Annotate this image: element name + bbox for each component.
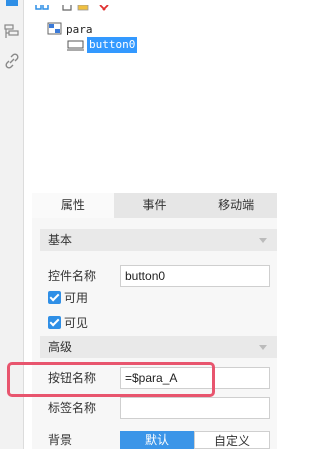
expand-icon[interactable] [35,0,49,10]
property-tabs: 属性 事件 移动端 [32,193,277,218]
property-panel: 基本 控件名称 可用 可见 高级 按钮名称 标签名称 背景 默认 自定义 [32,218,277,449]
highlight-box [7,362,215,397]
visible-checkbox-row[interactable]: 可见 [48,314,88,330]
tree-node-label: button0 [87,37,138,53]
form-icon [47,22,63,36]
widget-name-label: 控件名称 [48,269,97,283]
enabled-checkbox[interactable] [48,290,61,304]
section-advanced-header[interactable]: 高级 [40,336,277,358]
widget-name-input[interactable] [120,265,270,287]
background-custom-button[interactable]: 自定义 [194,431,270,449]
background-default-button[interactable]: 默认 [120,431,194,449]
background-label: 背景 [48,433,73,447]
component-icon[interactable] [4,24,20,40]
tab-events[interactable]: 事件 [114,193,196,218]
visible-label: 可见 [64,315,89,330]
copy-icon[interactable] [62,0,72,11]
tag-name-input[interactable] [120,397,270,419]
enabled-label: 可用 [64,290,89,305]
delete-icon[interactable] [98,0,110,11]
tree-toolbar [32,0,152,11]
active-tab-indicator [6,0,18,6]
link-icon[interactable] [4,53,20,69]
enabled-checkbox-row[interactable]: 可用 [48,289,88,305]
visible-checkbox[interactable] [48,315,61,329]
collapse-arrow-icon [259,238,267,243]
section-title: 基本 [48,233,73,247]
tab-mobile[interactable]: 移动端 [195,193,277,218]
tag-name-label: 标签名称 [48,401,97,415]
tree-node-label: para [66,22,93,36]
component-tree: para button0 [32,16,277,192]
paste-icon[interactable] [77,0,89,11]
section-title: 高级 [48,340,73,354]
button-widget-icon [67,39,85,51]
collapse-arrow-icon [259,345,267,350]
tab-properties[interactable]: 属性 [32,193,114,218]
tree-node-para[interactable]: para [47,21,93,37]
section-basic-header[interactable]: 基本 [40,229,277,251]
tree-node-button0[interactable]: button0 [67,37,138,53]
